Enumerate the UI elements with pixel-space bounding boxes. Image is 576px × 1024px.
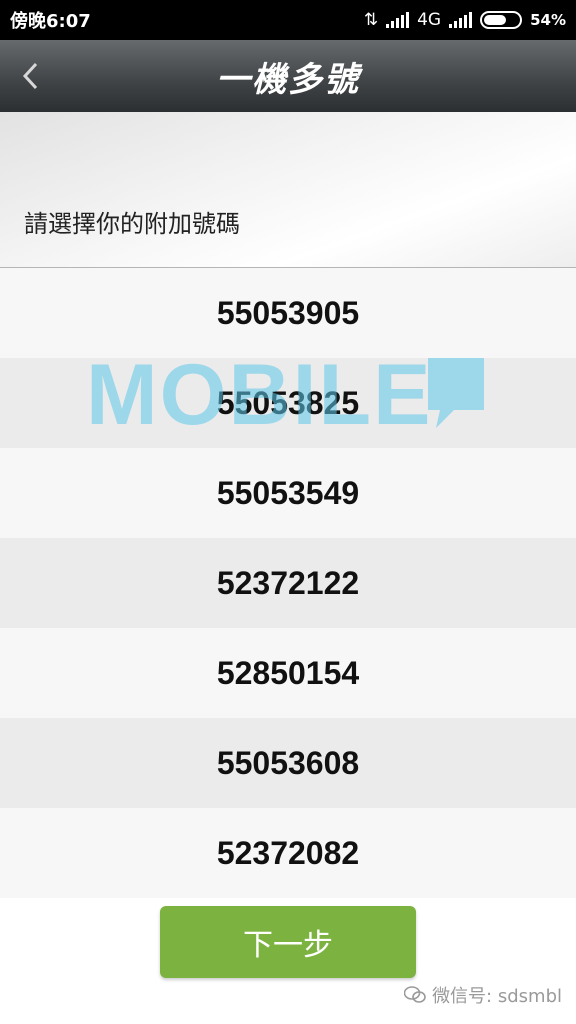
status-icons: ⇅ 4G 54% <box>364 10 566 30</box>
number-option[interactable]: 55053905 <box>0 268 576 358</box>
wechat-id: 微信号: sdsmbl <box>432 986 562 1007</box>
number-list: 55053905 55053825 55053549 52372122 5285… <box>0 268 576 898</box>
data-transfer-icon: ⇅ <box>363 10 379 30</box>
next-button[interactable]: 下一步 <box>160 906 416 978</box>
signal-icon-2 <box>449 12 473 28</box>
battery-icon <box>480 11 523 29</box>
number-option[interactable]: 55053549 <box>0 448 576 538</box>
number-option-label: 55053608 <box>216 744 360 781</box>
chevron-left-icon <box>22 62 38 90</box>
number-option[interactable]: 52850154 <box>0 628 576 718</box>
signal-icon <box>386 12 410 28</box>
battery-percent: 54% <box>530 11 566 29</box>
number-option-label: 55053549 <box>216 474 360 511</box>
number-option[interactable]: 52372082 <box>0 808 576 898</box>
network-type: 4G <box>417 10 442 30</box>
instruction-header: 請選擇你的附加號碼 <box>0 112 576 268</box>
status-time: 傍晚6:07 <box>10 11 91 32</box>
wechat-icon <box>404 986 426 1003</box>
title-bar: 一機多號 <box>0 40 576 112</box>
number-option-label: 52372122 <box>216 564 360 601</box>
instruction-text: 請選擇你的附加號碼 <box>24 210 240 238</box>
number-option[interactable]: 55053608 <box>0 718 576 808</box>
number-option[interactable]: 52372122 <box>0 538 576 628</box>
number-option-label: 55053905 <box>216 294 360 331</box>
wechat-watermark: 微信号: sdsmbl <box>404 982 562 1008</box>
number-option[interactable]: 55053825 <box>0 358 576 448</box>
number-option-label: 52372082 <box>216 834 360 871</box>
number-option-label: 55053825 <box>216 384 360 421</box>
number-option-label: 52850154 <box>216 654 360 691</box>
status-bar: 傍晚6:07 ⇅ 4G 54% <box>0 0 576 40</box>
back-button[interactable] <box>8 54 52 98</box>
page-title: 一機多號 <box>216 59 360 100</box>
